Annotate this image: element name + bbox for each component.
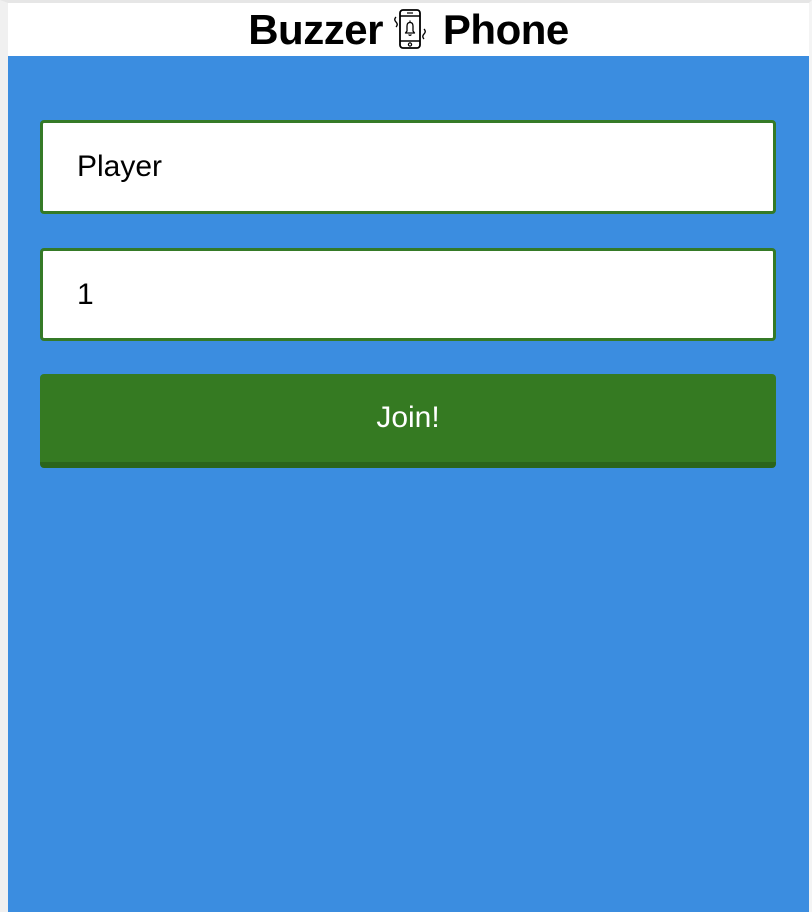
player-name-input[interactable] xyxy=(40,120,776,214)
vibrating-phone-bell-icon xyxy=(391,7,431,53)
join-button[interactable]: Join! xyxy=(40,374,776,468)
app-header: Buzzer Phone xyxy=(8,3,809,56)
title-phone: Phone xyxy=(442,5,569,53)
title-buzzer: Buzzer xyxy=(248,5,383,53)
room-number-input[interactable] xyxy=(40,248,776,341)
join-screen: Join! xyxy=(8,56,809,912)
